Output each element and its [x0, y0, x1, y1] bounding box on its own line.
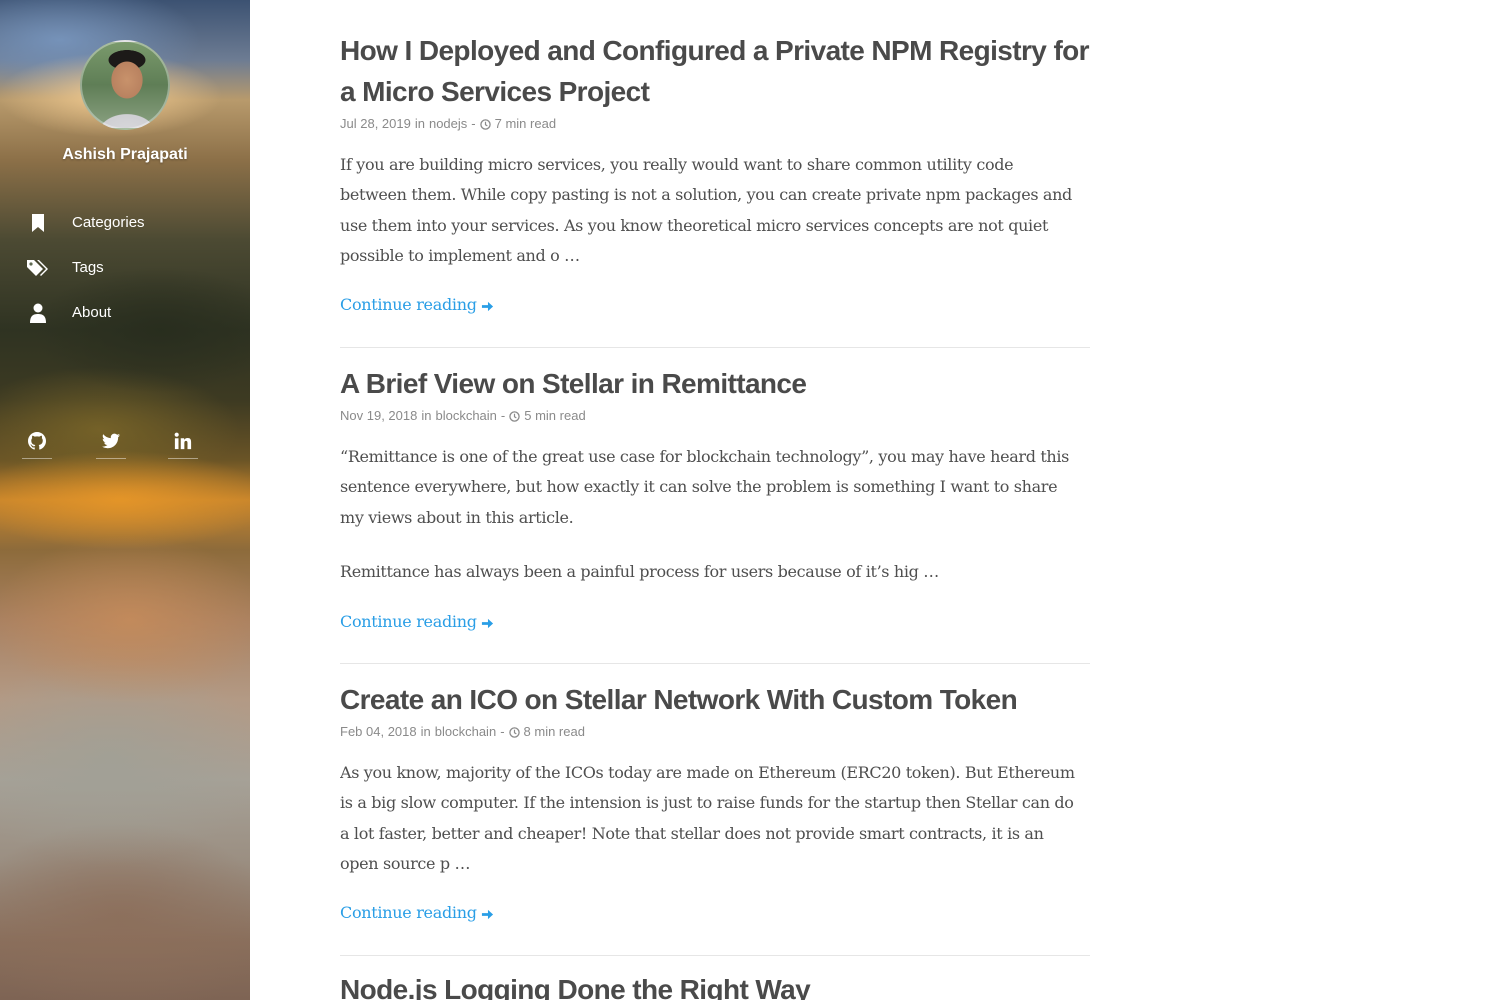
sidebar-item-about[interactable]: About [0, 290, 250, 335]
post-divider [340, 347, 1090, 348]
continue-reading-link[interactable]: Continue reading [340, 903, 494, 922]
post-category[interactable]: blockchain [435, 724, 496, 739]
clock-icon [479, 118, 491, 130]
post-title[interactable]: Node.js Logging Done the Right Way [340, 969, 1090, 1000]
continue-reading-link[interactable]: Continue reading [340, 295, 494, 314]
linkedin-link[interactable] [168, 428, 198, 459]
post-date: Jul 28, 2019 [340, 115, 411, 131]
meta-dash: - [471, 115, 476, 131]
twitter-link[interactable] [96, 428, 126, 459]
post-meta: Feb 04, 2018 in blockchain - 8 min read [340, 722, 1090, 740]
avatar[interactable] [80, 40, 170, 130]
post: A Brief View on Stellar in Remittance No… [340, 363, 1090, 632]
read-time: 7 min read [494, 115, 557, 131]
post-meta: Jul 28, 2019 in nodejs - 7 min read [340, 114, 1090, 132]
post-excerpt: If you are building micro services, you … [340, 155, 1072, 266]
linkedin-icon [174, 432, 192, 455]
sidebar-nav: Categories Tags About [0, 200, 250, 335]
meta-in: in [420, 723, 431, 739]
sidebar-item-label: About [72, 304, 112, 321]
continue-reading-label: Continue reading [340, 611, 477, 631]
post-excerpt: Remittance has always been a painful pro… [340, 562, 939, 582]
tags-icon [26, 256, 50, 280]
meta-dash: - [500, 723, 505, 739]
sidebar-item-categories[interactable]: Categories [0, 200, 250, 245]
post-excerpt: “Remittance is one of the great use case… [340, 447, 1070, 527]
user-icon [26, 301, 50, 325]
meta-in: in [414, 115, 425, 131]
twitter-icon [102, 433, 120, 454]
meta-dash: - [500, 407, 506, 423]
read-time: 5 min read [524, 407, 586, 423]
clock-icon [508, 726, 520, 738]
sidebar-item-label: Categories [72, 214, 145, 231]
post: How I Deployed and Configured a Private … [340, 30, 1090, 315]
sidebar-item-label: Tags [72, 259, 104, 276]
post-divider [340, 955, 1090, 956]
post-excerpt: As you know, majority of the ICOs today … [340, 763, 1075, 874]
post-category[interactable]: blockchain [435, 408, 496, 423]
post-category[interactable]: nodejs [429, 116, 467, 131]
post-meta: Nov 19, 2018 in blockchain - 5 min read [340, 406, 1090, 424]
post-title[interactable]: A Brief View on Stellar in Remittance [340, 363, 1090, 404]
post-date: Feb 04, 2018 [340, 723, 417, 739]
arrow-right-icon [481, 298, 494, 311]
bookmark-icon [26, 211, 50, 235]
github-icon [28, 431, 46, 455]
clock-icon [509, 410, 520, 422]
arrow-right-icon [481, 615, 494, 628]
post-title[interactable]: How I Deployed and Configured a Private … [340, 30, 1090, 112]
continue-reading-label: Continue reading [340, 902, 477, 922]
sidebar: Ashish Prajapati Categories Tags About [0, 0, 250, 1000]
author-name[interactable]: Ashish Prajapati [0, 146, 250, 164]
post: Node.js Logging Done the Right Way [340, 969, 1090, 1000]
github-link[interactable] [22, 428, 52, 459]
post-divider [340, 663, 1090, 664]
post: Create an ICO on Stellar Network With Cu… [340, 679, 1090, 923]
post-list: How I Deployed and Configured a Private … [340, 0, 1090, 1000]
continue-reading-link[interactable]: Continue reading [340, 612, 494, 631]
post-title[interactable]: Create an ICO on Stellar Network With Cu… [340, 679, 1090, 720]
sidebar-item-tags[interactable]: Tags [0, 245, 250, 290]
continue-reading-label: Continue reading [340, 294, 477, 314]
post-date: Nov 19, 2018 [340, 407, 418, 423]
arrow-right-icon [481, 906, 494, 919]
meta-in: in [421, 407, 432, 423]
read-time: 8 min read [523, 723, 585, 739]
